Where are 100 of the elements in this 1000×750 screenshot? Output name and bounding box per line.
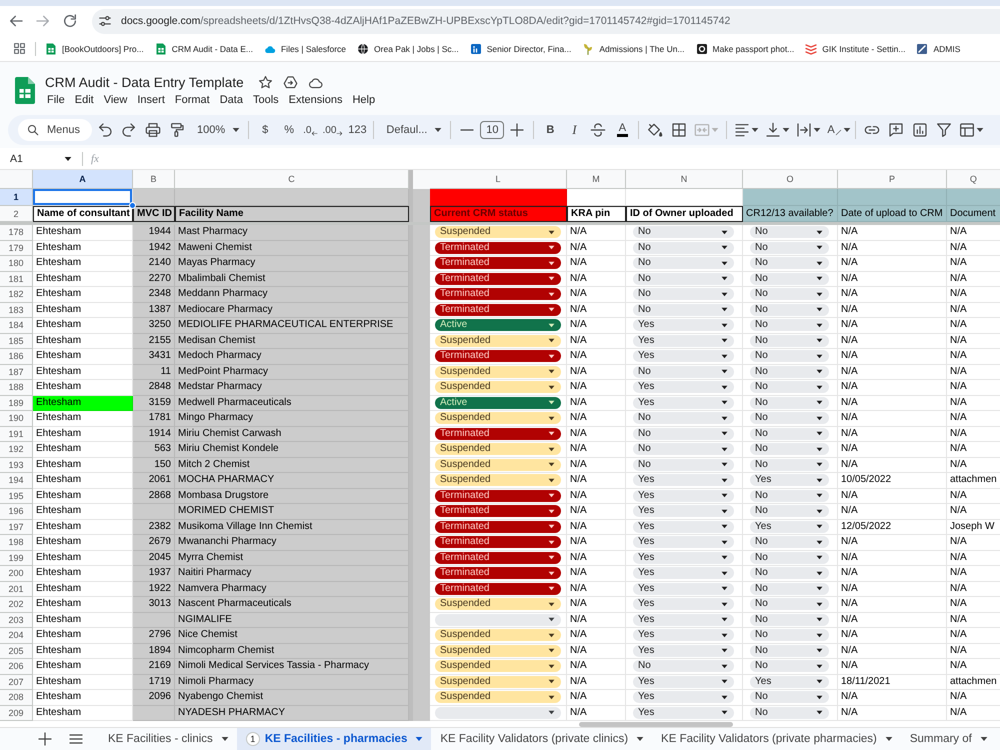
- column-header[interactable]: L: [430, 170, 567, 189]
- row-header[interactable]: 206: [0, 659, 33, 674]
- sheet-tab[interactable]: KE Facilities - clinics: [99, 728, 237, 750]
- column-header[interactable]: Q: [947, 170, 1000, 189]
- row-header[interactable]: 196: [0, 504, 33, 520]
- filter-icon[interactable]: [936, 122, 952, 138]
- row-header[interactable]: 194: [0, 473, 33, 488]
- bookmark[interactable]: Make passport phot...: [696, 42, 794, 54]
- status-dropdown[interactable]: Terminated: [435, 350, 561, 362]
- row-header[interactable]: 186: [0, 349, 33, 364]
- row-header[interactable]: 192: [0, 442, 33, 458]
- caret-icon[interactable]: [842, 126, 851, 134]
- yes-no-dropdown[interactable]: No: [750, 706, 829, 719]
- sheet-tab[interactable]: KE Facility Validators (private pharmacies): [652, 728, 901, 750]
- yes-no-dropdown[interactable]: No: [750, 257, 829, 270]
- status-dropdown[interactable]: Terminated: [435, 304, 561, 316]
- status-dropdown[interactable]: Terminated: [435, 536, 561, 548]
- row-header[interactable]: 182: [0, 287, 33, 302]
- yes-no-dropdown[interactable]: Yes: [633, 536, 734, 548]
- status-dropdown[interactable]: Terminated: [435, 520, 561, 533]
- status-dropdown[interactable]: Terminated: [435, 582, 561, 595]
- align-bottom-icon[interactable]: [765, 122, 782, 138]
- reload-icon[interactable]: [62, 13, 78, 29]
- yes-no-dropdown[interactable]: No: [750, 226, 829, 238]
- row-header[interactable]: 208: [0, 690, 33, 706]
- bookmark[interactable]: Orea Pak | Jobs | Sc...: [357, 42, 459, 54]
- currency-button[interactable]: $: [253, 119, 278, 141]
- status-dropdown[interactable]: Active: [435, 396, 561, 409]
- yes-no-dropdown[interactable]: Yes: [633, 629, 734, 642]
- bookmark[interactable]: [BookOutdoors] Pro...: [45, 42, 144, 54]
- row-header[interactable]: 203: [0, 612, 33, 628]
- caret-icon[interactable]: [751, 126, 760, 134]
- yes-no-dropdown[interactable]: No: [633, 366, 734, 378]
- yes-no-dropdown[interactable]: No: [750, 490, 829, 502]
- yes-no-dropdown[interactable]: Yes: [633, 396, 734, 409]
- add-icon[interactable]: [37, 731, 53, 747]
- yes-no-dropdown[interactable]: No: [750, 598, 829, 610]
- row-header[interactable]: 200: [0, 566, 33, 582]
- menu-item[interactable]: Help: [347, 93, 380, 107]
- yes-no-dropdown[interactable]: No: [750, 536, 829, 548]
- yes-no-dropdown[interactable]: Yes: [633, 505, 734, 518]
- menu-item[interactable]: File: [42, 93, 70, 107]
- yes-no-dropdown[interactable]: Yes: [633, 598, 734, 610]
- star-icon[interactable]: [258, 74, 273, 90]
- column-header[interactable]: M: [567, 170, 626, 189]
- address-bar[interactable]: docs.google.com/spreadsheets/d/1ZtHvsQ38-4dZAljHAf1PaZEBwZH-UPBExscYpTLO8DA/edit?gid=1701145742#gid=1701145742: [92, 8, 1000, 34]
- caret-icon[interactable]: [782, 126, 790, 134]
- status-dropdown[interactable]: Suspended: [435, 629, 561, 642]
- yes-no-dropdown[interactable]: No: [750, 552, 829, 564]
- zoom-dropdown[interactable]: 100%: [189, 119, 244, 141]
- yes-no-dropdown[interactable]: No: [633, 428, 734, 440]
- tune-icon[interactable]: [98, 14, 112, 28]
- yes-no-dropdown[interactable]: No: [750, 381, 829, 394]
- number-format-button[interactable]: 123: [345, 119, 370, 141]
- column-header[interactable]: P: [838, 170, 947, 189]
- yes-no-dropdown[interactable]: No: [750, 366, 829, 378]
- yes-no-dropdown[interactable]: No: [750, 350, 829, 362]
- menu-item[interactable]: View: [98, 93, 132, 107]
- paint-roller-icon[interactable]: [169, 122, 185, 138]
- scrollbar-thumb[interactable]: [579, 722, 733, 726]
- decrease-decimal-button[interactable]: .0: [301, 119, 320, 141]
- spreadsheet-icon[interactable]: [15, 77, 35, 104]
- status-dropdown[interactable]: Suspended: [435, 598, 561, 610]
- yes-no-dropdown[interactable]: Yes: [633, 381, 734, 394]
- yes-no-dropdown[interactable]: No: [750, 629, 829, 642]
- paint-bucket-icon[interactable]: [647, 122, 664, 138]
- bookmark[interactable]: ADMIS: [916, 42, 960, 54]
- row-header[interactable]: 184: [0, 318, 33, 334]
- menu-item[interactable]: Extensions: [284, 93, 348, 107]
- sheet-tab[interactable]: Summary of: [900, 728, 996, 750]
- yes-no-dropdown[interactable]: Yes: [633, 614, 734, 626]
- yes-no-dropdown[interactable]: No: [750, 428, 829, 440]
- yes-no-dropdown[interactable]: No: [633, 412, 734, 424]
- row-header[interactable]: 188: [0, 380, 33, 396]
- yes-no-dropdown[interactable]: No: [750, 505, 829, 518]
- add-comment-icon[interactable]: [888, 122, 904, 138]
- strikethrough-icon[interactable]: [590, 122, 606, 138]
- yes-no-dropdown[interactable]: Yes: [633, 644, 734, 657]
- row-header[interactable]: 193: [0, 458, 33, 473]
- bookmark[interactable]: Senior Director, Fina...: [470, 42, 572, 54]
- caret-icon[interactable]: [976, 126, 984, 134]
- column-header[interactable]: O: [743, 170, 838, 189]
- bookmark[interactable]: GIK Institute - Settin...: [805, 42, 906, 54]
- yes-no-dropdown[interactable]: No: [750, 582, 829, 595]
- yes-no-dropdown[interactable]: No: [750, 396, 829, 409]
- row-header[interactable]: 202: [0, 597, 33, 612]
- yes-no-dropdown[interactable]: Yes: [633, 350, 734, 362]
- row-header[interactable]: 187: [0, 364, 33, 380]
- status-dropdown[interactable]: Terminated: [435, 288, 561, 300]
- column-header[interactable]: C: [175, 170, 409, 189]
- yes-no-dropdown[interactable]: No: [750, 644, 829, 657]
- column-header[interactable]: N: [626, 170, 743, 189]
- row-header[interactable]: 198: [0, 535, 33, 550]
- menu-item[interactable]: Edit: [70, 93, 99, 107]
- name-box[interactable]: A1: [6, 150, 76, 168]
- yes-no-dropdown[interactable]: Yes: [633, 552, 734, 564]
- row-header[interactable]: 197: [0, 520, 33, 535]
- bookmark[interactable]: Admissions | The Un...: [582, 42, 685, 54]
- sheet-tab[interactable]: 1 KE Facilities - pharmacies: [236, 728, 432, 750]
- row-header[interactable]: 199: [0, 550, 33, 566]
